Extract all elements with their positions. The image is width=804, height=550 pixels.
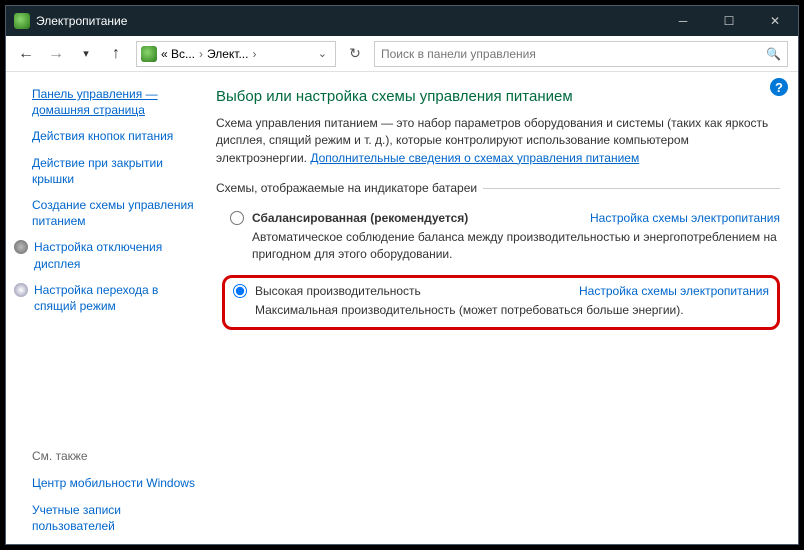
plan-radio-high-perf[interactable]: Высокая производительность: [233, 284, 421, 298]
plan-settings-link[interactable]: Настройка схемы электропитания: [579, 284, 769, 298]
window: Электропитание ─ ☐ ✕ ← → ▾ ↑ « Вс... › Э…: [5, 5, 799, 545]
sidebar-link-mobility-center[interactable]: Центр мобильности Windows: [32, 475, 196, 491]
sidebar-link-sleep[interactable]: Настройка перехода в спящий режим: [34, 282, 196, 314]
help-icon[interactable]: ?: [770, 78, 788, 96]
plan-balanced: Сбалансированная (рекомендуется) Настрой…: [230, 211, 780, 263]
breadcrumb-item[interactable]: Элект...: [207, 47, 248, 61]
content: ? Выбор или настройка схемы управления п…: [206, 72, 798, 544]
plan-high-performance: Высокая производительность Настройка схе…: [233, 284, 769, 319]
sidebar-link-lid-close[interactable]: Действие при закрытии крышки: [32, 155, 196, 187]
plans-fieldset: Схемы, отображаемые на индикаторе батаре…: [216, 181, 780, 329]
search-placeholder: Поиск в панели управления: [381, 47, 536, 61]
minimize-button[interactable]: ─: [660, 6, 706, 36]
search-icon: 🔍: [766, 47, 781, 61]
sidebar-link-display-off[interactable]: Настройка отключения дисплея: [34, 239, 196, 271]
back-button[interactable]: ←: [12, 40, 40, 68]
plan-name: Высокая производительность: [255, 284, 421, 298]
app-icon: [14, 13, 30, 29]
plan-description: Максимальная производительность (может п…: [255, 302, 769, 319]
plan-radio-balanced[interactable]: Сбалансированная (рекомендуется): [230, 211, 468, 225]
forward-button[interactable]: →: [42, 40, 70, 68]
up-button[interactable]: ↑: [102, 40, 130, 68]
search-input[interactable]: Поиск в панели управления 🔍: [374, 41, 788, 67]
page-title: Выбор или настройка схемы управления пит…: [216, 88, 780, 105]
sidebar-link-power-buttons[interactable]: Действия кнопок питания: [32, 128, 196, 144]
sidebar-home-link[interactable]: Панель управления — домашняя страница: [32, 86, 196, 118]
close-button[interactable]: ✕: [752, 6, 798, 36]
window-title: Электропитание: [36, 14, 660, 28]
radio-input[interactable]: [233, 284, 247, 298]
more-info-link[interactable]: Дополнительные сведения о схемах управле…: [310, 151, 639, 165]
refresh-button[interactable]: ↻: [342, 41, 368, 67]
plans-legend: Схемы, отображаемые на индикаторе батаре…: [216, 181, 483, 195]
plan-name: Сбалансированная (рекомендуется): [252, 211, 468, 225]
plan-settings-link[interactable]: Настройка схемы электропитания: [590, 211, 780, 225]
breadcrumb[interactable]: « Вс... › Элект... › ⌄: [136, 41, 336, 67]
sleep-icon: [14, 283, 28, 297]
sidebar: Панель управления — домашняя страница Де…: [6, 72, 206, 544]
see-also-heading: См. также: [32, 449, 196, 463]
sidebar-link-create-plan[interactable]: Создание схемы управления питанием: [32, 197, 196, 229]
display-icon: [14, 240, 28, 254]
chevron-right-icon: ›: [252, 47, 256, 61]
breadcrumb-dropdown[interactable]: ⌄: [314, 47, 331, 60]
chevron-right-icon: ›: [199, 47, 203, 61]
breadcrumb-icon: [141, 46, 157, 62]
highlighted-plan: Высокая производительность Настройка схе…: [222, 275, 780, 330]
page-description: Схема управления питанием — это набор па…: [216, 115, 780, 167]
recent-dropdown[interactable]: ▾: [72, 40, 100, 68]
maximize-button[interactable]: ☐: [706, 6, 752, 36]
navbar: ← → ▾ ↑ « Вс... › Элект... › ⌄ ↻ Поиск в…: [6, 36, 798, 72]
radio-input[interactable]: [230, 211, 244, 225]
sidebar-link-user-accounts[interactable]: Учетные записи пользователей: [32, 502, 196, 534]
plan-description: Автоматическое соблюдение баланса между …: [252, 229, 780, 263]
titlebar: Электропитание ─ ☐ ✕: [6, 6, 798, 36]
breadcrumb-item[interactable]: « Вс...: [161, 47, 195, 61]
